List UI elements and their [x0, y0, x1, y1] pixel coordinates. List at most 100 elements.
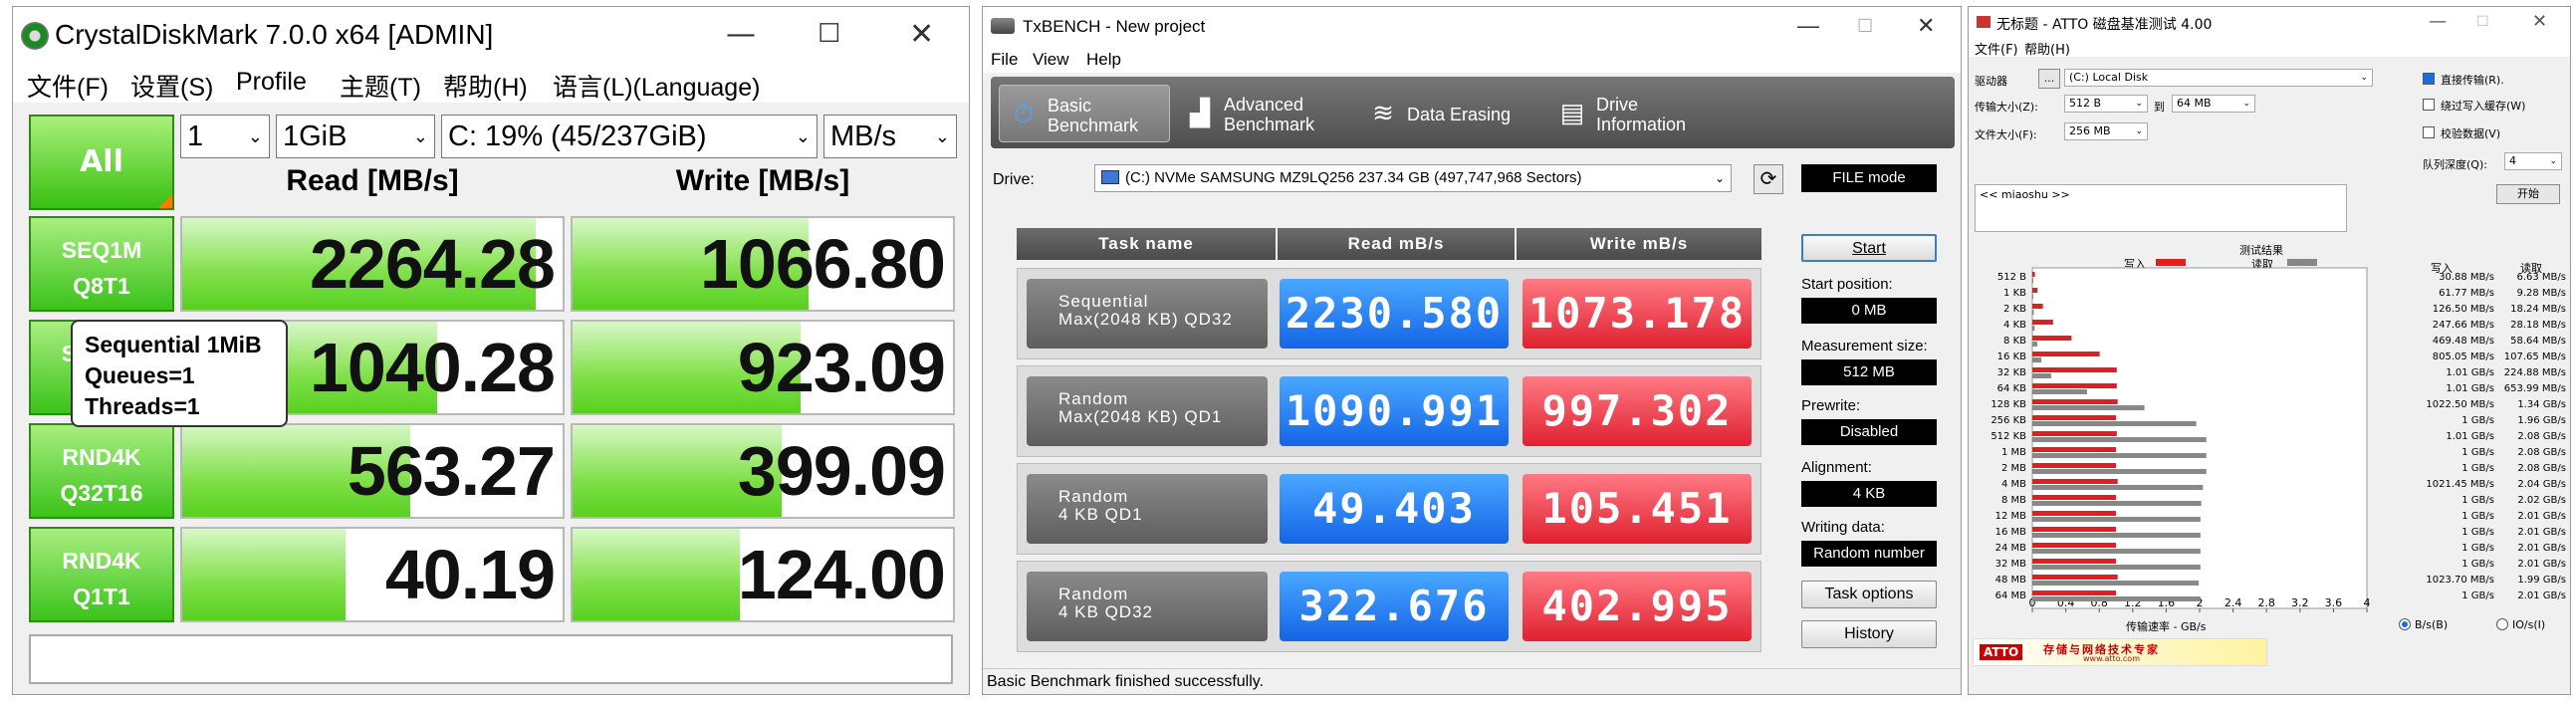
menu-file[interactable]: 文件(F) [27, 68, 109, 104]
atto-footer-banner: ATTO 存储与网络技术专家 www.atto.com [1973, 638, 2267, 666]
menu-settings[interactable]: 设置(S) [130, 68, 213, 104]
prewrite-value: Disabled [1801, 419, 1937, 445]
category-label: 512 B [1997, 272, 2026, 283]
write-value-label: 1 GB/s [2461, 415, 2494, 426]
category-label: 8 MB [2001, 495, 2026, 506]
drive-select[interactable]: C: 19% (45/237GiB) ⌄ [441, 115, 818, 158]
task-options-button[interactable]: Task options [1801, 581, 1937, 608]
tx-results-grid: Task name Read mB/s Write mB/s Sequentia… [1017, 228, 1761, 660]
task-name-cell: Random 4 KB QD32 [1027, 572, 1268, 641]
x-tick-label: 3.2 [2291, 596, 2309, 609]
read-value-label: 2.08 GB/s [2517, 463, 2566, 474]
read-bar [2032, 342, 2037, 347]
category-label: 256 KB [1991, 415, 2026, 426]
crystaldiskmark-window: CrystalDiskMark 7.0.0 x64 [ADMIN] — ☐ ✕ … [12, 6, 970, 695]
tab-label: Advanced [1224, 95, 1304, 115]
menu-help[interactable]: Help [1086, 50, 1121, 70]
menu-help[interactable]: 帮助(H) [443, 68, 528, 104]
read-value-label: 18.24 MB/s [2510, 304, 2566, 315]
alignment-value: 4 KB [1801, 481, 1937, 507]
write-bar [2032, 431, 2117, 436]
tx-menubar: File View Help [983, 47, 1961, 73]
io-per-sec-radio[interactable] [2496, 618, 2508, 630]
read-bar [2032, 437, 2207, 442]
write-value: 997.302 [1522, 376, 1752, 446]
tab-advanced-benchmark[interactable]: ▟ Advanced Benchmark [1176, 85, 1353, 142]
size-value: 1GiB [283, 120, 348, 152]
write-bar [2032, 320, 2053, 325]
read-bar [2032, 469, 2207, 474]
category-label: 8 KB [2003, 336, 2026, 347]
disk-icon [21, 22, 49, 50]
menu-view[interactable]: View [1033, 50, 1069, 70]
minimize-button[interactable]: — [726, 17, 756, 52]
write-bar [2032, 590, 2116, 595]
menu-language[interactable]: 语言(L)(Language) [553, 68, 760, 104]
read-value: 49.403 [1280, 474, 1509, 544]
comment-input[interactable] [29, 634, 953, 684]
history-button[interactable]: History [1801, 620, 1937, 648]
refresh-button[interactable]: ⟳ [1754, 164, 1783, 194]
write-result-cell: 124.00 [571, 527, 955, 622]
drive-select[interactable]: (C:) NVMe SAMSUNG MZ9LQ256 237.34 GB (49… [1094, 164, 1732, 192]
write-value-label: 469.48 MB/s [2433, 336, 2494, 347]
maximize-button[interactable]: ☐ [818, 19, 840, 49]
write-value-label: 1 GB/s [2461, 463, 2494, 474]
category-label: 4 KB [2003, 320, 2026, 331]
start-button[interactable]: Start [1801, 234, 1937, 262]
all-button[interactable]: All [29, 115, 174, 210]
close-button[interactable]: ✕ [1917, 13, 1935, 39]
read-bar [2032, 533, 2201, 538]
minimize-button[interactable]: — [1797, 13, 1819, 39]
tab-drive-information[interactable]: ▤ Drive Information [1548, 85, 1716, 142]
menu-theme[interactable]: 主题(T) [340, 68, 421, 104]
bytes-per-sec-label: B/s(B) [2415, 618, 2449, 631]
menu-profile[interactable]: Profile [236, 68, 307, 97]
read-bar [2032, 357, 2042, 362]
bytes-per-sec-radio[interactable] [2399, 618, 2411, 630]
maximize-button[interactable]: ☐ [1857, 16, 1873, 37]
unit-select[interactable]: MB/s ⌄ [823, 115, 957, 158]
read-value: 322.676 [1280, 572, 1509, 641]
write-bar [2032, 479, 2118, 484]
eraser-icon: ≋ [1372, 98, 1394, 127]
category-label: 48 MB [1995, 575, 2027, 586]
tab-basic-benchmark[interactable]: ⏱ Basic Benchmark [999, 85, 1170, 142]
read-value-label: 2.01 GB/s [2517, 511, 2566, 522]
test-button[interactable]: RND4K Q32T16 [29, 423, 174, 519]
read-result-cell: 2264.28 [180, 216, 565, 312]
read-bar [2032, 549, 2201, 554]
test-label: RND4K [62, 444, 141, 470]
read-value-label: 9.28 MB/s [2516, 288, 2566, 299]
task-name: Random [1058, 585, 1129, 603]
write-bar [2032, 559, 2116, 564]
status-bar: Basic Benchmark finished successfully. [983, 668, 1961, 694]
tab-label: Information [1596, 115, 1687, 134]
cdm-title: CrystalDiskMark 7.0.0 x64 [ADMIN] [55, 19, 494, 50]
tab-data-erasing[interactable]: ≋ Data Erasing [1359, 85, 1542, 142]
test-button[interactable]: RND4K Q1T1 [29, 527, 174, 622]
test-sublabel: Q1T1 [73, 584, 130, 609]
write-value-label: 1 GB/s [2461, 495, 2494, 506]
task-name: Random [1058, 389, 1129, 408]
close-button[interactable]: ✕ [909, 17, 934, 52]
write-bar [2032, 575, 2118, 580]
read-value-label: 28.18 MB/s [2510, 320, 2566, 331]
measurement-size-label: Measurement size: [1801, 338, 1928, 354]
read-bar [2032, 405, 2145, 410]
menu-file[interactable]: File [991, 50, 1018, 70]
count-select[interactable]: 1 ⌄ [180, 115, 270, 158]
read-value-label: 2.08 GB/s [2517, 447, 2566, 458]
write-value-label: 1.01 GB/s [2446, 367, 2494, 378]
tab-label: Benchmark [1224, 115, 1315, 134]
chevron-down-icon: ⌄ [795, 126, 811, 146]
size-select[interactable]: 1GiB ⌄ [276, 115, 435, 158]
cdm-titlebar: CrystalDiskMark 7.0.0 x64 [ADMIN] — ☐ ✕ [13, 7, 969, 65]
read-header: Read mB/s [1278, 228, 1515, 260]
test-button[interactable]: SEQ1M Q8T1 [29, 216, 174, 312]
start-position-label: Start position: [1801, 276, 1893, 293]
task-name: Sequential [1058, 292, 1149, 311]
read-value: 40.19 [384, 536, 556, 613]
write-value-label: 1.01 GB/s [2446, 383, 2494, 394]
tooltip-line: Sequential 1MiB [85, 332, 262, 357]
